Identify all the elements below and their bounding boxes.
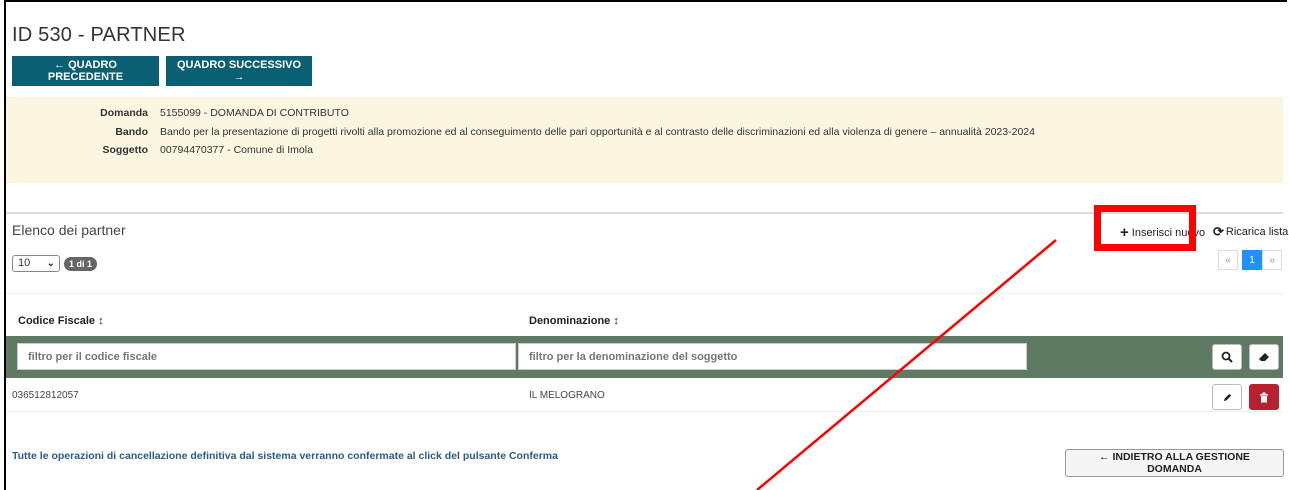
annotation-arrow [756,239,1057,490]
annotation-line [756,239,1057,490]
